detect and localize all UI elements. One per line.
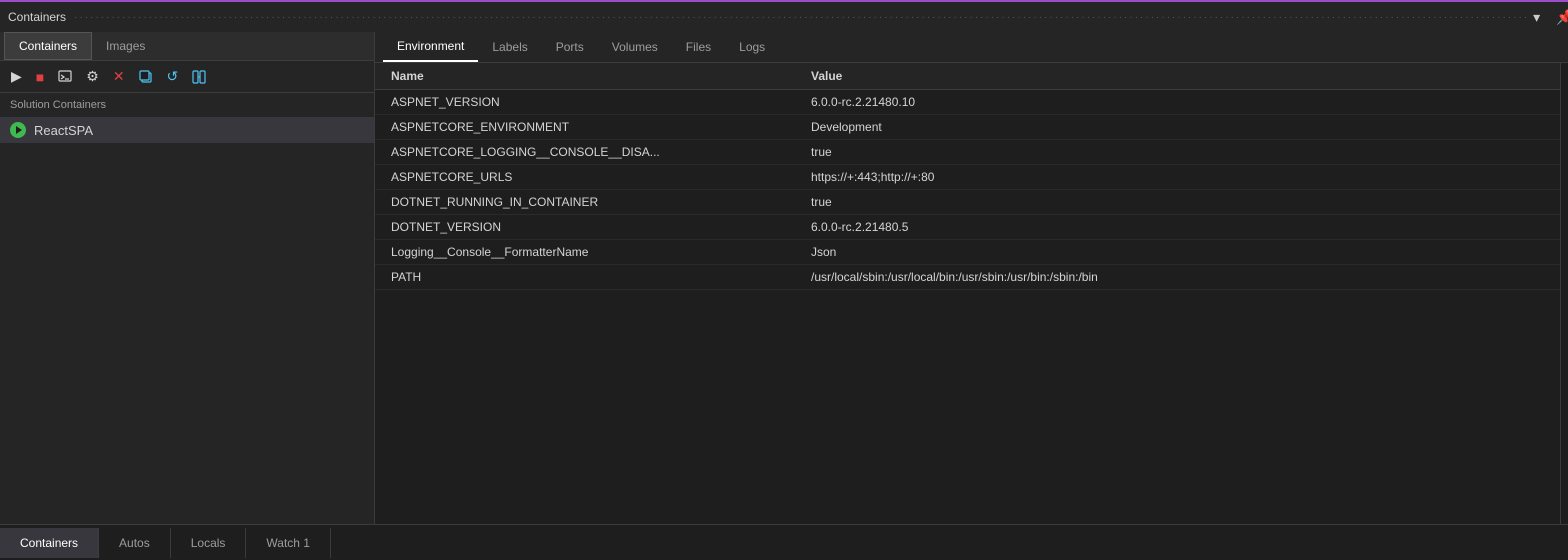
title-bar-left: Containers ·····························… [8, 10, 1529, 24]
env-name-2: ASPNETCORE_LOGGING__CONSOLE__DISA... [391, 145, 811, 159]
tab-logs[interactable]: Logs [725, 33, 779, 61]
env-name-1: ASPNETCORE_ENVIRONMENT [391, 120, 811, 134]
table-row[interactable]: DOTNET_VERSION 6.0.0-rc.2.21480.5 [375, 215, 1560, 240]
env-name-7: PATH [391, 270, 811, 284]
tab-containers[interactable]: Containers [4, 32, 92, 60]
env-value-1: Development [811, 120, 1544, 134]
left-panel: Containers Images ▶ ■ ⚙ ✕ ↺ [0, 32, 375, 524]
delete-button[interactable]: ✕ [108, 65, 130, 88]
env-value-5: 6.0.0-rc.2.21480.5 [811, 220, 1544, 234]
right-panel: Environment Labels Ports Volumes Files L… [375, 32, 1568, 524]
env-name-3: ASPNETCORE_URLS [391, 170, 811, 184]
title-bar-dots: ········································… [74, 12, 1529, 23]
start-button[interactable]: ▶ [6, 65, 27, 88]
container-name: ReactSPA [34, 123, 93, 138]
col-name-header: Name [391, 69, 811, 83]
table-row[interactable]: DOTNET_RUNNING_IN_CONTAINER true [375, 190, 1560, 215]
env-name-5: DOTNET_VERSION [391, 220, 811, 234]
env-value-2: true [811, 145, 1544, 159]
tab-files[interactable]: Files [672, 33, 725, 61]
tab-images[interactable]: Images [92, 33, 159, 59]
toolbar: ▶ ■ ⚙ ✕ ↺ [0, 61, 374, 93]
scrollbar-track[interactable] [1560, 63, 1568, 524]
settings-button[interactable]: ⚙ [81, 65, 104, 88]
running-icon [10, 122, 26, 138]
panel-title: Containers [8, 10, 66, 24]
table-header: Name Value [375, 63, 1560, 90]
env-value-0: 6.0.0-rc.2.21480.10 [811, 95, 1544, 109]
main-container: Containers Images ▶ ■ ⚙ ✕ ↺ [0, 32, 1568, 524]
table-row[interactable]: ASPNETCORE_URLS https://+:443;http://+:8… [375, 165, 1560, 190]
copy-icon [139, 70, 153, 84]
tab-volumes[interactable]: Volumes [598, 33, 672, 61]
attach-button[interactable] [187, 67, 211, 87]
terminal-icon [58, 70, 72, 84]
copy-button[interactable] [134, 67, 158, 87]
env-value-3: https://+:443;http://+:80 [811, 170, 1544, 184]
dropdown-button[interactable]: ▾ [1529, 8, 1544, 26]
tab-labels[interactable]: Labels [478, 33, 541, 61]
table-row[interactable]: PATH /usr/local/sbin:/usr/local/bin:/usr… [375, 265, 1560, 290]
stop-button[interactable]: ■ [31, 66, 49, 88]
status-bar: Containers Autos Locals Watch 1 [0, 524, 1568, 560]
env-name-4: DOTNET_RUNNING_IN_CONTAINER [391, 195, 811, 209]
right-tab-bar: Environment Labels Ports Volumes Files L… [375, 32, 1568, 63]
bottom-tab-watch1[interactable]: Watch 1 [246, 528, 331, 558]
solution-containers-header: Solution Containers [0, 93, 374, 117]
bottom-tab-autos[interactable]: Autos [99, 528, 171, 558]
title-bar: Containers ·····························… [0, 0, 1568, 32]
table-row[interactable]: ASPNETCORE_LOGGING__CONSOLE__DISA... tru… [375, 140, 1560, 165]
title-bar-right: ▾ 📌 ✕ [1529, 8, 1568, 26]
env-name-0: ASPNET_VERSION [391, 95, 811, 109]
table-area: Name Value ASPNET_VERSION 6.0.0-rc.2.214… [375, 63, 1560, 524]
table-row[interactable]: ASPNET_VERSION 6.0.0-rc.2.21480.10 [375, 90, 1560, 115]
env-value-6: Json [811, 245, 1544, 259]
table-row[interactable]: ASPNETCORE_ENVIRONMENT Development [375, 115, 1560, 140]
col-value-header: Value [811, 69, 1544, 83]
tab-environment[interactable]: Environment [383, 32, 478, 62]
bottom-tab-containers[interactable]: Containers [0, 528, 99, 558]
left-tab-bar: Containers Images [0, 32, 374, 61]
env-value-4: true [811, 195, 1544, 209]
table-row[interactable]: Logging__Console__FormatterName Json [375, 240, 1560, 265]
container-item-reactspa[interactable]: ReactSPA [0, 117, 374, 143]
refresh-button[interactable]: ↺ [162, 65, 184, 88]
tab-ports[interactable]: Ports [542, 33, 598, 61]
bottom-tab-locals[interactable]: Locals [171, 528, 247, 558]
table-wrapper: Name Value ASPNET_VERSION 6.0.0-rc.2.214… [375, 63, 1568, 524]
env-value-7: /usr/local/sbin:/usr/local/bin:/usr/sbin… [811, 270, 1544, 284]
env-name-6: Logging__Console__FormatterName [391, 245, 811, 259]
pin-button[interactable]: 📌 [1552, 8, 1568, 26]
terminal-button[interactable] [53, 67, 77, 87]
attach-icon [192, 70, 206, 84]
